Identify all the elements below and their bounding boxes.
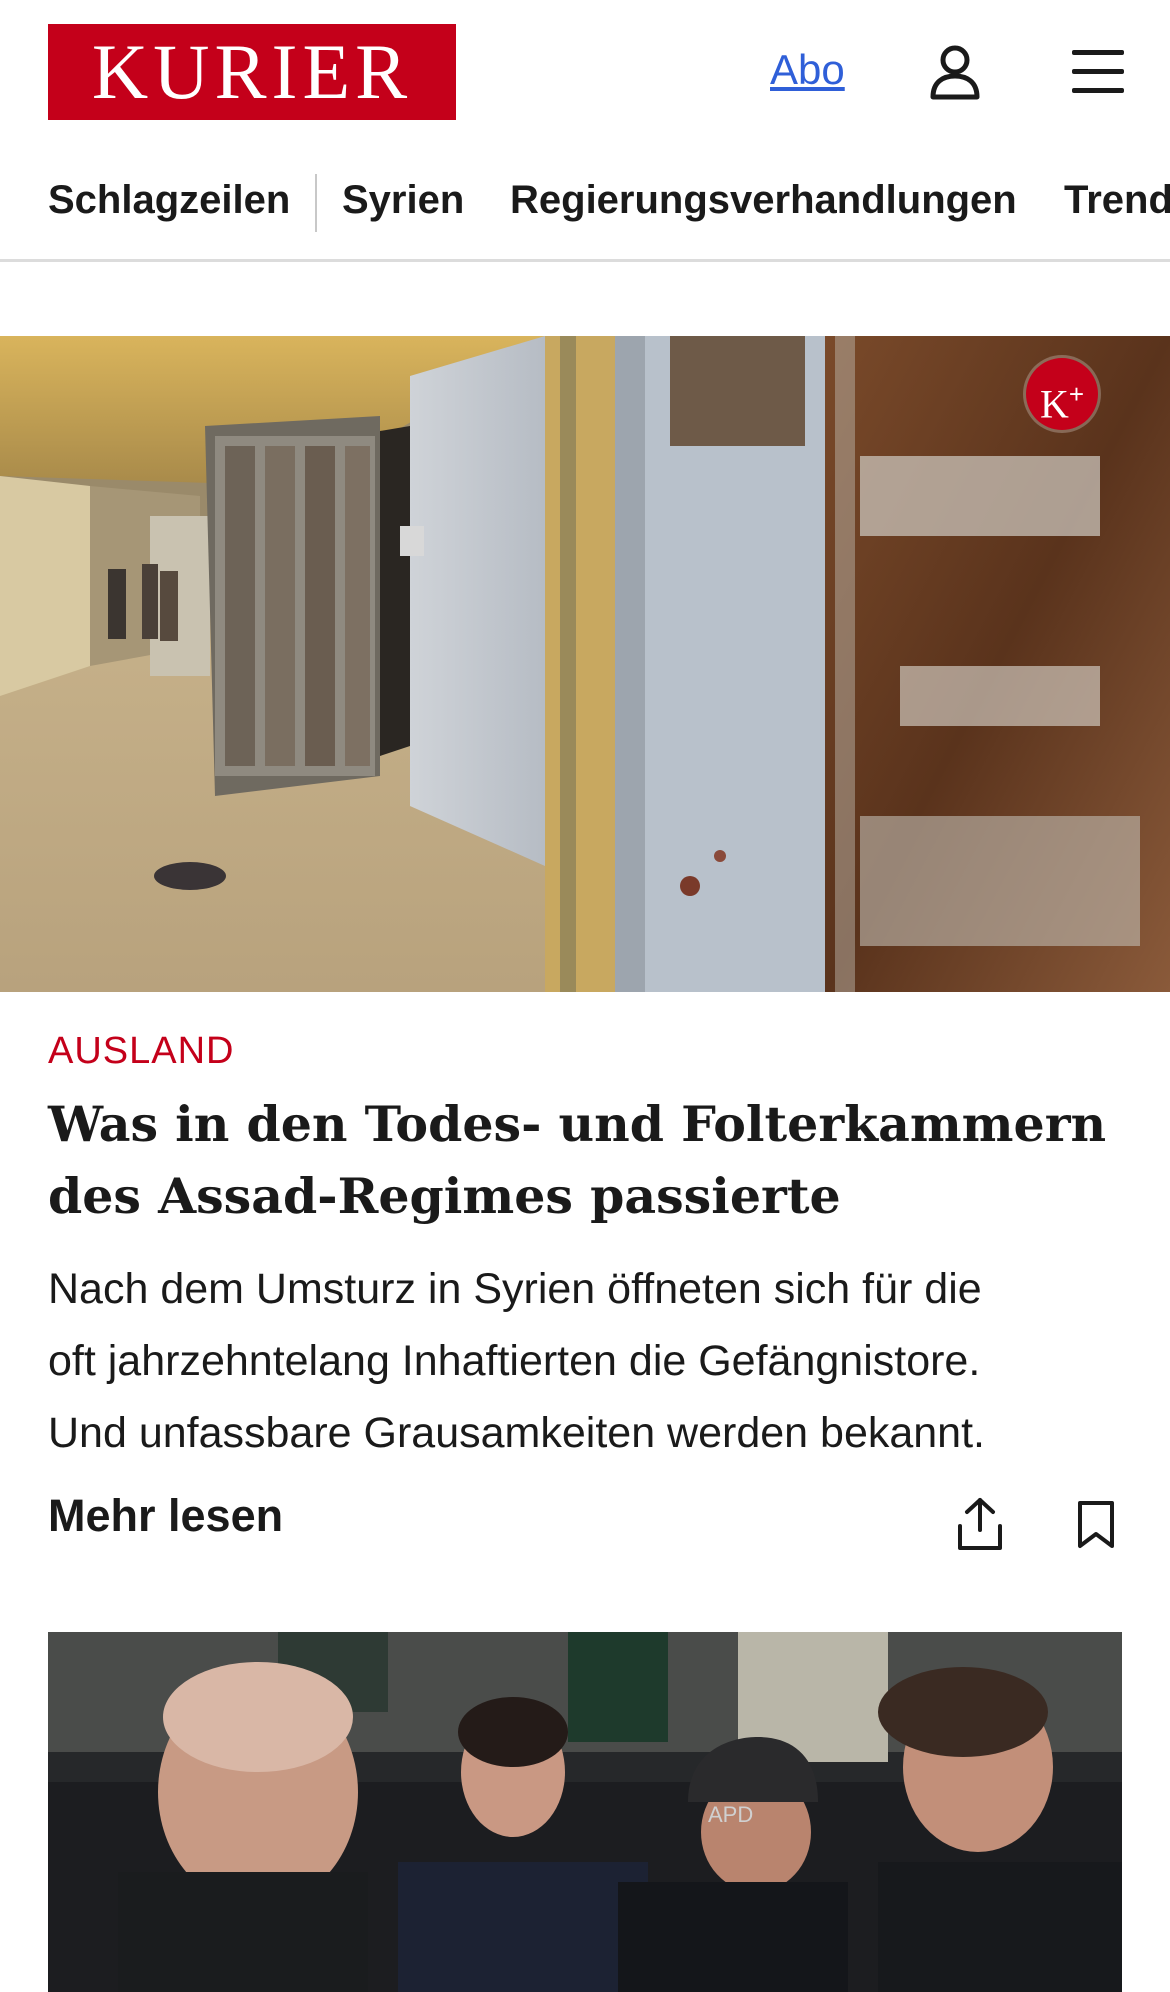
kurier-logo[interactable]: KURIER [48,24,456,120]
next-article-image[interactable]: APD [48,1632,1122,1992]
user-icon[interactable] [925,42,985,102]
hamburger-menu-icon[interactable] [1068,46,1130,98]
teaser-line: Nach dem Umsturz in Syrien öffneten sich… [48,1265,982,1313]
nav-separator [315,174,317,232]
nav-item-regierungsverhandlungen[interactable]: Regierungsverhandlungen [510,178,1017,223]
nav-item-syrien[interactable]: Syrien [342,178,464,223]
article-teaser: Nach dem Umsturz in Syrien öffneten sich… [48,1253,1138,1469]
read-more-link[interactable]: Mehr lesen [48,1490,283,1542]
abo-link[interactable]: Abo [770,46,845,94]
headline-line: Was in den Todes- und Folterkammern [48,1095,1107,1153]
headline-line: des Assad-Regimes passierte [48,1167,841,1225]
site-header: KURIER Abo [0,0,1170,146]
teaser-line: oft jahrzehntelang Inhaftierten die Gefä… [48,1337,981,1385]
share-icon[interactable] [955,1496,1005,1552]
nav-item-schlagzeilen[interactable]: Schlagzeilen [48,178,290,223]
teaser-line: Und unfassbare Grausamkeiten werden beka… [48,1409,985,1457]
topic-nav: Schlagzeilen Syrien Regierungsverhandlun… [0,166,1170,262]
article-hero-image[interactable] [0,336,1170,992]
apd-cap-text: APD [708,1802,753,1827]
article-headline[interactable]: Was in den Todes- und Folterkammern des … [48,1088,1118,1232]
kplus-premium-badge: K+ [1026,358,1098,430]
bookmark-icon[interactable] [1075,1500,1117,1550]
nav-item-trend[interactable]: Trend [1064,178,1170,223]
article-category[interactable]: AUSLAND [48,1030,235,1073]
